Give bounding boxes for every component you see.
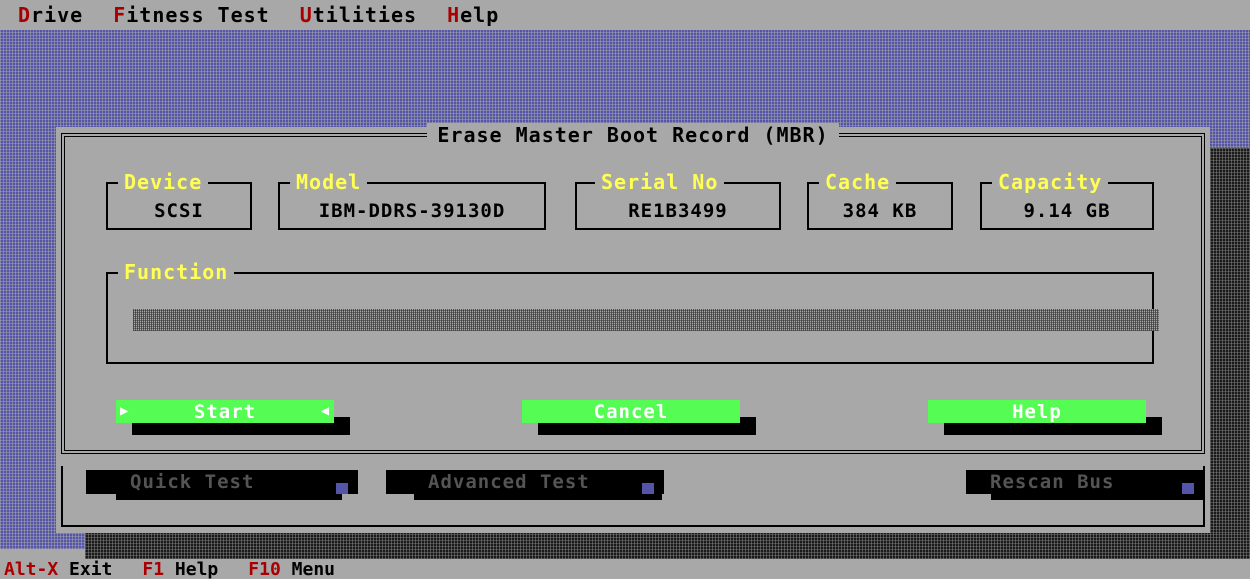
status-bar: Alt-X Exit F1 Help F10 Menu xyxy=(0,559,1250,579)
device-label: Device xyxy=(118,170,209,194)
menu-fitness-test[interactable]: Fitness Test xyxy=(113,3,270,27)
rescan-bus-button[interactable]: Rescan Bus xyxy=(966,470,1204,494)
device-box: Device SCSI xyxy=(106,170,252,230)
status-menu[interactable]: F10 Menu xyxy=(248,559,335,579)
status-exit[interactable]: Alt-X Exit xyxy=(4,559,112,579)
serial-box: Serial No RE1B3499 xyxy=(575,170,781,230)
window-shadow-bottom xyxy=(85,533,1250,559)
window-shadow xyxy=(1210,148,1250,548)
quick-test-button[interactable]: Quick Test xyxy=(86,470,358,494)
model-label: Model xyxy=(290,170,368,194)
dialog-title: Erase Master Boot Record (MBR) xyxy=(56,123,1210,147)
serial-value: RE1B3499 xyxy=(628,200,728,222)
advanced-test-button[interactable]: Advanced Test xyxy=(386,470,664,494)
function-label: Function xyxy=(118,260,235,284)
menu-help[interactable]: Help xyxy=(447,3,499,27)
capacity-box: Capacity 9.14 GB xyxy=(980,170,1154,230)
menu-drive[interactable]: Drive xyxy=(18,3,83,27)
erase-mbr-dialog: Erase Master Boot Record (MBR) Device SC… xyxy=(56,123,1210,460)
serial-label: Serial No xyxy=(595,170,725,194)
start-button[interactable]: ▶ Start ◀ xyxy=(116,400,334,423)
button-marker-icon xyxy=(1182,483,1194,494)
capacity-value: 9.14 GB xyxy=(1023,200,1111,222)
button-marker-icon xyxy=(642,483,654,494)
main-window: Quick Test Advanced Test Rescan Bus xyxy=(56,460,1210,533)
menu-utilities[interactable]: Utilities xyxy=(300,3,417,27)
cache-box: Cache 384 KB xyxy=(807,170,953,230)
device-value: SCSI xyxy=(154,200,204,222)
help-button[interactable]: Help xyxy=(928,400,1146,423)
cache-value: 384 KB xyxy=(842,200,918,222)
status-help[interactable]: F1 Help xyxy=(142,559,218,579)
model-value: IBM-DDRS-39130D xyxy=(318,200,506,222)
arrow-right-icon: ▶ xyxy=(120,403,130,419)
model-box: Model IBM-DDRS-39130D xyxy=(278,170,546,230)
cancel-button[interactable]: Cancel xyxy=(522,400,740,423)
arrow-left-icon: ◀ xyxy=(320,403,330,419)
capacity-label: Capacity xyxy=(992,170,1109,194)
function-progress-bar xyxy=(133,309,1159,331)
button-marker-icon xyxy=(336,483,348,494)
menu-bar: Drive Fitness Test Utilities Help xyxy=(0,0,1250,30)
cache-label: Cache xyxy=(819,170,897,194)
